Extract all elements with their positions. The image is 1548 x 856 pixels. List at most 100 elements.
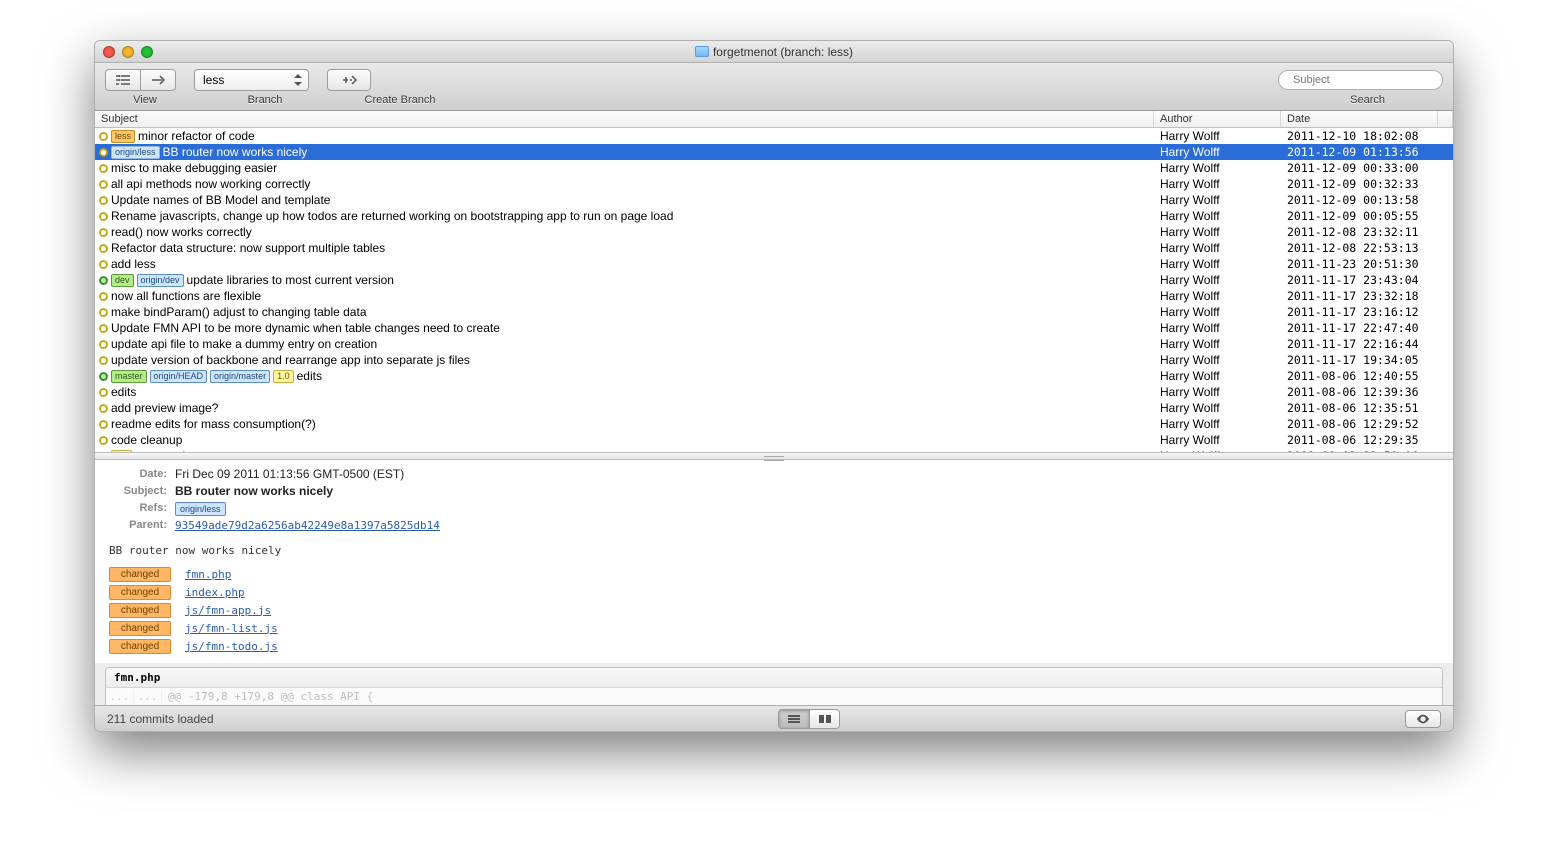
commit-subject: readme edits for mass consumption(?) <box>111 417 316 431</box>
commit-node-icon <box>98 259 109 270</box>
commit-subject: update api file to make a dummy entry on… <box>111 337 377 351</box>
file-link[interactable]: js/fmn-list.js <box>185 622 278 635</box>
file-link[interactable]: index.php <box>185 586 245 599</box>
commit-author: Harry Wolff <box>1154 225 1281 239</box>
commit-date: 2011-12-09 01:13:56 <box>1281 145 1438 159</box>
minimize-icon[interactable] <box>122 46 134 58</box>
view-list-button[interactable] <box>140 69 176 91</box>
commit-date: 2011-12-10 18:02:08 <box>1281 129 1438 143</box>
view-mode-segmented <box>105 69 176 91</box>
search-field[interactable] <box>1278 70 1443 90</box>
commit-author: Harry Wolff <box>1154 337 1281 351</box>
commit-date: 2011-12-09 00:13:58 <box>1281 193 1438 207</box>
table-row[interactable]: code cleanup Harry Wolff2011-08-06 12:29:… <box>95 432 1453 448</box>
quicklook-button[interactable] <box>1405 710 1441 728</box>
commit-node-icon <box>98 323 109 334</box>
view-tree-button[interactable] <box>105 69 140 91</box>
file-row: changedjs/fmn-app.js <box>109 601 1439 619</box>
commit-date: 2011-08-06 12:39:36 <box>1281 385 1438 399</box>
table-row[interactable]: update api file to make a dummy entry on… <box>95 336 1453 352</box>
window-title-text: forgetmenot (branch: less) <box>713 45 853 59</box>
file-row: changedjs/fmn-list.js <box>109 619 1439 637</box>
commit-author: Harry Wolff <box>1154 433 1281 447</box>
branch-label: Branch <box>185 94 345 106</box>
commit-subject: Update names of BB Model and template <box>111 193 330 207</box>
ref-badge: less <box>111 130 135 143</box>
commit-node-icon <box>98 211 109 222</box>
file-status-badge: changed <box>109 585 171 600</box>
table-row[interactable]: misc to make debugging easierHarry Wolff… <box>95 160 1453 176</box>
create-branch-button[interactable] <box>327 69 371 91</box>
table-row[interactable]: origin/lessBB router now works nicelyHar… <box>95 144 1453 160</box>
commit-author: Harry Wolff <box>1154 257 1281 271</box>
table-row[interactable]: editsHarry Wolff2011-08-06 12:39:36 <box>95 384 1453 400</box>
detail-date-value: Fri Dec 09 2011 01:13:56 GMT-0500 (EST) <box>175 466 404 483</box>
column-date[interactable]: Date <box>1281 111 1438 127</box>
commit-date: 2011-11-17 22:47:40 <box>1281 321 1438 335</box>
file-status-badge: changed <box>109 639 171 654</box>
ref-badge: dev <box>111 274 134 287</box>
table-row[interactable]: lessminor refactor of codeHarry Wolff201… <box>95 128 1453 144</box>
table-row[interactable]: Refactor data structure: now support mul… <box>95 240 1453 256</box>
folder-icon <box>695 46 709 57</box>
close-icon[interactable] <box>103 46 115 58</box>
diff-line-old: ... <box>106 690 134 703</box>
ref-badge: 1.0 <box>273 370 294 383</box>
commit-list[interactable]: lessminor refactor of codeHarry Wolff201… <box>95 128 1453 452</box>
file-link[interactable]: js/fmn-todo.js <box>185 640 278 653</box>
table-row[interactable]: now all functions are flexibleHarry Wolf… <box>95 288 1453 304</box>
commit-subject: code cleanup <box>111 433 182 447</box>
commit-author: Harry Wolff <box>1154 385 1281 399</box>
commit-date: 2011-08-06 12:29:52 <box>1281 417 1438 431</box>
search-input[interactable] <box>1291 73 1437 87</box>
view-label: View <box>105 94 185 106</box>
table-row[interactable]: readme edits for mass consumption(?)Harr… <box>95 416 1453 432</box>
diff-filename[interactable]: fmn.php <box>106 668 1442 688</box>
statusbar: 211 commits loaded <box>95 705 1453 731</box>
column-author[interactable]: Author <box>1154 111 1281 127</box>
table-row[interactable]: devorigin/devupdate libraries to most cu… <box>95 272 1453 288</box>
commit-subject: add preview image? <box>111 401 218 415</box>
commit-subject: update version of backbone and rearrange… <box>111 353 470 367</box>
detail-parent-link[interactable]: 93549ade79d2a6256ab42249e8a1397a5825db14 <box>175 519 440 532</box>
table-row[interactable]: all api methods now working correctlyHar… <box>95 176 1453 192</box>
table-row[interactable]: Update names of BB Model and template Har… <box>95 192 1453 208</box>
table-row[interactable]: read() now works correctlyHarry Wolff201… <box>95 224 1453 240</box>
branch-select[interactable]: less <box>194 69 309 91</box>
file-status-badge: changed <box>109 567 171 582</box>
table-row[interactable]: add lessHarry Wolff2011-11-23 20:51:30 <box>95 256 1453 272</box>
commit-author: Harry Wolff <box>1154 289 1281 303</box>
table-row[interactable]: update version of backbone and rearrange… <box>95 352 1453 368</box>
commit-subject: Rename javascripts, change up how todos … <box>111 209 673 223</box>
table-row[interactable]: add preview image?Harry Wolff2011-08-06 … <box>95 400 1453 416</box>
commit-date: 2011-08-06 12:40:55 <box>1281 369 1438 383</box>
diff-panel: fmn.php ... ... @@ -179,8 +179,8 @@ clas… <box>105 667 1443 705</box>
column-headers: Subject Author Date <box>95 111 1453 128</box>
commit-node-icon <box>98 419 109 430</box>
file-link[interactable]: js/fmn-app.js <box>185 604 271 617</box>
diff-line-new: ... <box>134 690 162 703</box>
zoom-icon[interactable] <box>141 46 153 58</box>
commit-subject: update libraries to most current version <box>187 273 394 287</box>
commit-author: Harry Wolff <box>1154 193 1281 207</box>
detail-ref-badge: origin/less <box>175 502 226 516</box>
commit-author: Harry Wolff <box>1154 161 1281 175</box>
table-row[interactable]: Update FMN API to be more dynamic when t… <box>95 320 1453 336</box>
commit-date: 2011-11-17 19:34:05 <box>1281 353 1438 367</box>
status-text: 211 commits loaded <box>107 712 214 726</box>
ref-badge: origin/master <box>210 370 270 383</box>
splitter-handle[interactable] <box>95 452 1453 460</box>
commit-detail: Date:Fri Dec 09 2011 01:13:56 GMT-0500 (… <box>95 460 1453 534</box>
commit-node-icon <box>98 307 109 318</box>
table-row[interactable]: masterorigin/HEADorigin/master1.0editsHa… <box>95 368 1453 384</box>
detail-parent-label: Parent: <box>109 517 167 534</box>
diff-view-unified-button[interactable] <box>779 710 809 728</box>
commit-date: 2011-08-06 12:29:35 <box>1281 433 1438 447</box>
table-row[interactable]: Rename javascripts, change up how todos … <box>95 208 1453 224</box>
changed-files-list: changedfmn.phpchangedindex.phpchangedjs/… <box>95 563 1453 663</box>
commit-node-icon <box>98 131 109 142</box>
table-row[interactable]: make bindParam() adjust to changing tabl… <box>95 304 1453 320</box>
column-subject[interactable]: Subject <box>95 111 1154 127</box>
diff-view-split-button[interactable] <box>809 710 839 728</box>
file-link[interactable]: fmn.php <box>185 568 231 581</box>
